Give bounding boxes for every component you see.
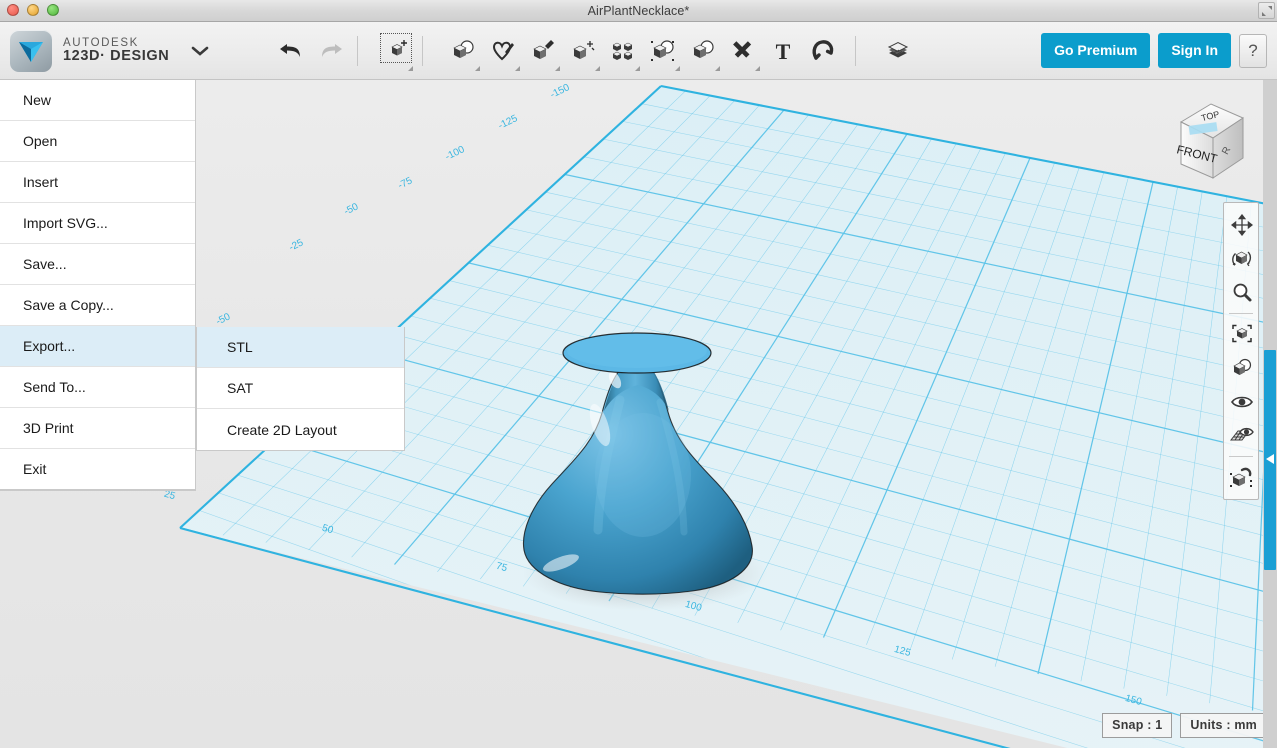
pan-move-icon[interactable] [1224, 208, 1260, 242]
dropdown-caret[interactable] [755, 65, 761, 71]
view-nav-toolbar [1223, 202, 1259, 500]
window-traffic-lights [7, 4, 59, 16]
help-button[interactable]: ? [1239, 33, 1267, 68]
svg-text:T: T [776, 39, 791, 64]
go-premium-button[interactable]: Go Premium [1041, 33, 1151, 68]
grid-eye-icon[interactable] [1224, 419, 1260, 453]
autodesk-123d-logo-icon [10, 29, 52, 72]
file-menu-item[interactable]: Import SVG... [0, 203, 195, 244]
file-menu-item-label: 3D Print [23, 420, 74, 436]
export-submenu: STL SAT Create 2D Layout [196, 327, 405, 451]
file-menu-item[interactable]: Send To... [0, 367, 195, 408]
shaded-display-icon[interactable] [1224, 351, 1260, 385]
window-title-bar: AirPlantNecklace* [0, 0, 1277, 22]
magnet-snap-icon[interactable] [803, 29, 843, 73]
sign-in-button[interactable]: Sign In [1158, 33, 1231, 68]
export-submenu-item[interactable]: SAT [197, 368, 404, 409]
file-menu-item-label: Export... [23, 338, 76, 354]
snap-magnet-cube-icon[interactable] [1224, 460, 1260, 494]
file-menu-item[interactable]: Save a Copy... [0, 285, 195, 326]
dropdown-caret[interactable] [635, 65, 641, 71]
file-menu-item[interactable]: Export... [0, 326, 195, 367]
chevron-down-icon[interactable] [191, 45, 209, 57]
close-window-button[interactable] [7, 4, 19, 16]
file-menu-item[interactable]: Open [0, 121, 195, 162]
eye-visibility-icon[interactable] [1224, 385, 1260, 419]
file-menu-item-label: Send To... [23, 379, 86, 395]
undo-arrow-icon[interactable] [271, 29, 311, 73]
export-submenu-item-label: STL [227, 339, 253, 355]
file-menu-item-label: New [23, 92, 52, 108]
file-menu-item-label: Exit [23, 461, 47, 477]
export-submenu-item[interactable]: Create 2D Layout [197, 409, 404, 450]
dropdown-caret[interactable] [555, 65, 561, 71]
combine-boolean-icon[interactable] [683, 29, 723, 73]
orbit-rotate-icon[interactable] [1224, 242, 1260, 276]
file-menu-item-label: Import SVG... [23, 215, 108, 231]
nav-separator [1229, 313, 1253, 314]
file-menu-item-label: Save... [23, 256, 67, 272]
dropdown-caret[interactable] [715, 65, 721, 71]
primitive-solids-icon[interactable] [443, 29, 483, 73]
modify-cube-icon[interactable] [563, 29, 603, 73]
nav-separator [1229, 456, 1253, 457]
magnifier-zoom-icon[interactable] [1224, 276, 1260, 310]
toolbar-right-group: Go Premium Sign In ? [1041, 33, 1277, 68]
layers-stack-icon[interactable] [878, 29, 918, 73]
brand-product-label: 123D· DESIGN [63, 47, 170, 64]
app-toolbar: AUTODESK 123D· DESIGN T Go Premium Sign … [0, 22, 1277, 80]
brand-block: AUTODESK 123D· DESIGN [0, 29, 209, 72]
sketch-pen-icon[interactable] [483, 29, 523, 73]
units-status[interactable]: Units : mm [1180, 713, 1267, 738]
toolbar-separator [357, 35, 359, 66]
export-submenu-item[interactable]: STL [197, 327, 404, 368]
status-bar: Snap : 1 Units : mm [1102, 713, 1267, 738]
text-tool-icon[interactable]: T [763, 29, 803, 73]
redo-arrow-icon[interactable] [311, 29, 351, 73]
file-menu-item[interactable]: Exit [0, 449, 195, 490]
minimize-window-button[interactable] [27, 4, 39, 16]
export-submenu-item-label: Create 2D Layout [227, 421, 337, 438]
dropdown-caret[interactable] [475, 65, 481, 71]
maximize-window-button[interactable] [47, 4, 59, 16]
dropdown-caret[interactable] [408, 65, 414, 71]
toolbar-separator [422, 35, 424, 66]
snap-status[interactable]: Snap : 1 [1102, 713, 1173, 738]
file-menu-item-label: Open [23, 133, 58, 149]
grouping-cube-icon[interactable] [643, 29, 683, 73]
file-menu-item[interactable]: Save... [0, 244, 195, 285]
file-menu-item-label: Save a Copy... [23, 297, 114, 313]
file-menu-item[interactable]: New [0, 80, 195, 121]
measure-tools-icon[interactable] [723, 29, 763, 73]
export-submenu-item-label: SAT [227, 380, 254, 396]
vertical-scrollbar-thumb[interactable] [1264, 350, 1276, 570]
dropdown-caret[interactable] [675, 65, 681, 71]
pattern-grid-icon[interactable] [603, 29, 643, 73]
file-menu: New Open Insert Import SVG... Save... Save a … [0, 80, 196, 491]
fit-to-view-icon[interactable] [1224, 317, 1260, 351]
file-menu-item[interactable]: Insert [0, 162, 195, 203]
vertical-scrollbar[interactable] [1263, 80, 1277, 748]
resize-corner-icon[interactable] [1258, 2, 1275, 19]
transform-cube-icon[interactable] [376, 29, 416, 73]
dropdown-caret[interactable] [595, 65, 601, 71]
view-cube[interactable]: TOP FRONT R [1159, 94, 1255, 186]
file-menu-item-label: Insert [23, 174, 59, 190]
dropdown-caret[interactable] [515, 65, 521, 71]
file-menu-item[interactable]: 3D Print [0, 408, 195, 449]
window-title: AirPlantNecklace* [587, 3, 690, 18]
construct-extrude-icon[interactable] [523, 29, 563, 73]
toolbar-separator [855, 35, 857, 66]
